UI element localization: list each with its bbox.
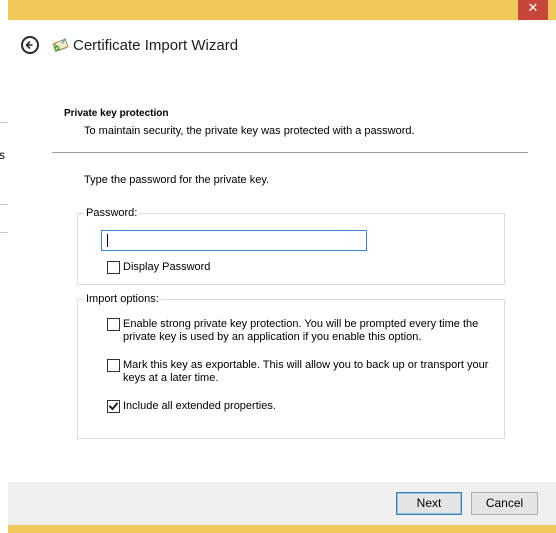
wizard-footer: Next Cancel: [8, 482, 556, 525]
wizard-title: Certificate Import Wizard: [73, 37, 239, 54]
extended-properties-checkbox[interactable]: [107, 400, 120, 413]
close-button[interactable]: ✕: [518, 0, 548, 20]
password-prompt: Type the password for the private key.: [84, 174, 270, 186]
checkmark-icon: [108, 402, 119, 411]
page-title: Private key protection: [64, 108, 169, 119]
certificate-wizard-icon: [52, 38, 69, 52]
back-arrow-icon: [25, 41, 33, 49]
password-field[interactable]: [101, 230, 367, 251]
strong-protection-label-line2: private key is used by an application if…: [123, 331, 422, 343]
page-description: To maintain security, the private key wa…: [84, 125, 415, 137]
import-options-group: Import options: Enable strong private ke…: [77, 293, 505, 439]
display-password-checkbox[interactable]: [107, 261, 120, 274]
wizard-titlebar: Certificate Import Wizard: [8, 20, 556, 70]
extended-properties-label[interactable]: Include all extended properties.: [123, 400, 276, 413]
strong-protection-checkbox[interactable]: [107, 318, 120, 331]
exportable-label-line2: keys at a later time.: [123, 372, 219, 384]
display-password-label[interactable]: Display Password: [123, 261, 210, 274]
password-group: Password: Display Password: [77, 207, 505, 285]
header-separator: [52, 152, 528, 153]
back-button[interactable]: [21, 36, 39, 54]
import-options-label: Import options:: [84, 293, 161, 305]
strong-protection-label-line1: Enable strong private key protection. Yo…: [123, 318, 479, 330]
exportable-checkbox[interactable]: [107, 359, 120, 372]
wizard-window: ✕ Certificate Import Wizard Private key …: [8, 0, 556, 533]
strong-protection-label[interactable]: Enable strong private key protection. Yo…: [123, 318, 478, 344]
text-caret: [107, 234, 108, 247]
wizard-content: Private key protection To maintain secur…: [8, 70, 556, 482]
exportable-label-line1: Mark this key as exportable. This will a…: [123, 359, 489, 371]
next-button[interactable]: Next: [396, 492, 462, 515]
close-icon: ✕: [527, 1, 539, 16]
cancel-button[interactable]: Cancel: [471, 492, 538, 515]
exportable-label[interactable]: Mark this key as exportable. This will a…: [123, 359, 488, 385]
password-group-label: Password:: [84, 207, 140, 219]
background-text-fragment: s: [0, 148, 5, 162]
